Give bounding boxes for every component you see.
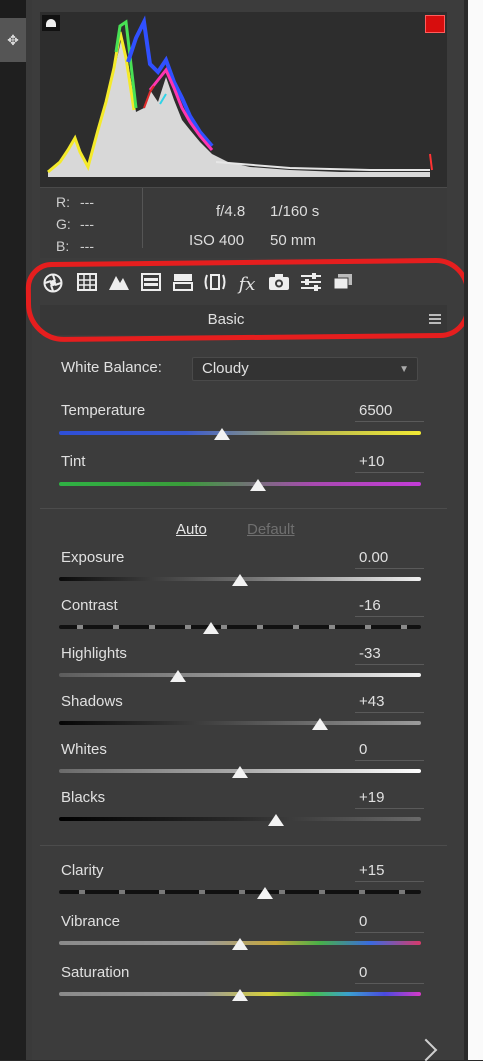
g-value: ---	[80, 216, 94, 232]
vibrance-label: Vibrance	[61, 913, 120, 930]
b-label: B:	[56, 238, 70, 254]
exposure-value[interactable]: 0.00	[355, 549, 424, 569]
auto-button[interactable]: Auto	[176, 521, 207, 538]
whites-value[interactable]: 0	[355, 741, 424, 761]
clarity-value[interactable]: +15	[355, 862, 424, 882]
contrast-slider-thumb[interactable]	[203, 622, 220, 634]
histogram-graph	[47, 15, 433, 177]
shadows-label: Shadows	[61, 693, 123, 710]
temperature-label: Temperature	[61, 402, 146, 419]
pixel-info: R: --- G: --- B: --- f/4.8 1/160 s ISO 400 …	[40, 187, 447, 258]
white-balance-dropdown[interactable]: Cloudy ▼	[192, 357, 418, 381]
toolbar-background	[0, 62, 26, 1060]
highlight-clipping-warning-icon[interactable]	[425, 15, 445, 33]
histogram	[40, 12, 447, 187]
left-toolbar: ✥	[0, 0, 26, 1060]
window-edge	[464, 0, 483, 1060]
clarity-slider-track[interactable]	[59, 890, 421, 894]
g-label: G:	[56, 216, 71, 232]
temperature-slider-track[interactable]	[59, 431, 421, 435]
aperture-value: f/4.8	[216, 203, 246, 220]
whites-label: Whites	[61, 741, 107, 758]
temperature-slider-thumb[interactable]	[213, 428, 230, 440]
info-divider	[142, 188, 143, 248]
saturation-label: Saturation	[61, 964, 130, 981]
contrast-value[interactable]: -16	[355, 597, 424, 617]
blacks-label: Blacks	[61, 789, 106, 806]
white-balance-value: Cloudy	[202, 360, 249, 377]
tint-slider-thumb[interactable]	[250, 479, 267, 491]
shutter-value: 1/160 s	[270, 203, 320, 220]
section-divider	[40, 845, 447, 846]
move-tool-icon[interactable]: ✥	[0, 18, 26, 62]
tint-value[interactable]: +10	[355, 453, 424, 473]
annotation-highlight	[25, 257, 471, 343]
b-value: ---	[80, 238, 94, 254]
shadows-slider-thumb[interactable]	[311, 718, 328, 730]
vibrance-value[interactable]: 0	[355, 913, 424, 933]
shadows-value[interactable]: +43	[355, 693, 424, 713]
temperature-value[interactable]: 6500	[355, 402, 424, 422]
clarity-slider-thumb[interactable]	[257, 887, 274, 899]
tint-slider-track[interactable]	[59, 482, 421, 486]
contrast-slider-track[interactable]	[59, 625, 421, 629]
whites-slider-thumb[interactable]	[232, 766, 248, 778]
highlights-value[interactable]: -33	[355, 645, 424, 665]
highlights-slider-thumb[interactable]	[170, 670, 187, 682]
vibrance-slider-thumb[interactable]	[232, 938, 248, 950]
saturation-value[interactable]: 0	[355, 964, 424, 984]
section-divider	[40, 508, 447, 509]
r-readout: R: ---	[56, 194, 126, 210]
r-value: ---	[80, 194, 94, 210]
blacks-slider-track[interactable]	[59, 817, 421, 821]
shadow-clipping-warning-icon[interactable]	[42, 15, 60, 31]
g-readout: G: ---	[56, 216, 126, 232]
exposure-label: Exposure	[61, 549, 125, 566]
highlights-slider-track[interactable]	[59, 673, 421, 677]
blacks-slider-thumb[interactable]	[268, 814, 285, 826]
saturation-slider-thumb[interactable]	[232, 989, 248, 1001]
default-button[interactable]: Default	[247, 521, 295, 538]
blacks-value[interactable]: +19	[355, 789, 424, 809]
clarity-label: Clarity	[61, 862, 104, 879]
iso-value: ISO 400	[189, 232, 245, 249]
white-balance-label: White Balance:	[61, 359, 162, 376]
r-label: R:	[56, 194, 70, 210]
shadows-slider-track[interactable]	[59, 721, 421, 725]
b-readout: B: ---	[56, 238, 126, 254]
highlights-label: Highlights	[61, 645, 127, 662]
chevron-down-icon: ▼	[399, 364, 409, 375]
tint-label: Tint	[61, 453, 86, 470]
edge-shadow	[464, 0, 468, 1060]
exposure-slider-thumb[interactable]	[232, 574, 248, 586]
contrast-label: Contrast	[61, 597, 118, 614]
focal-length-value: 50 mm	[270, 232, 316, 249]
